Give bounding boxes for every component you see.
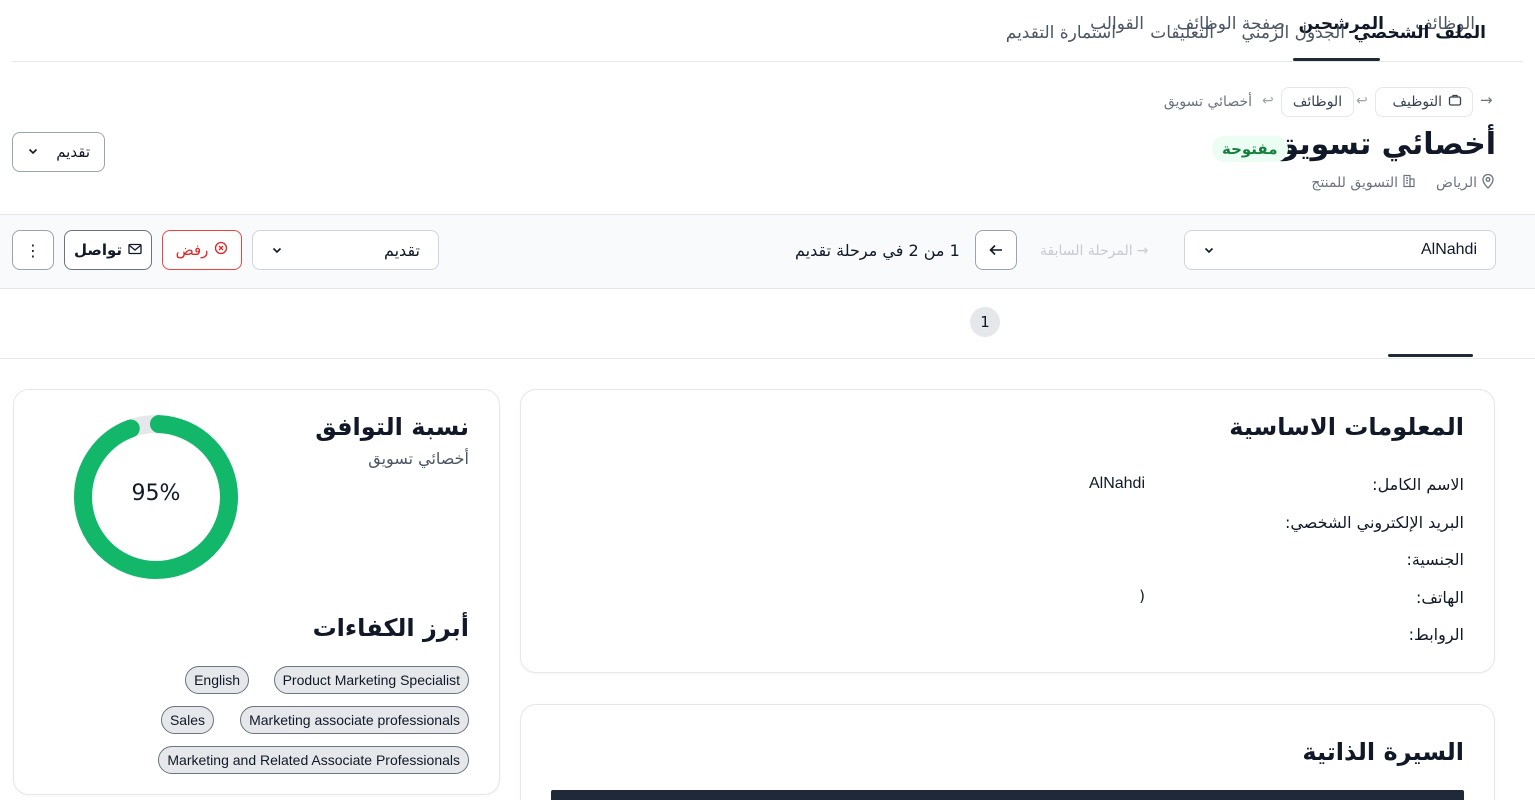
- skill-chip: English: [185, 666, 249, 694]
- previous-stage-button[interactable]: → المرحلة السابقة: [1040, 243, 1148, 259]
- next-stage-button[interactable]: [975, 230, 1017, 270]
- page-title: أخصائي تسويق: [1272, 127, 1496, 162]
- breadcrumb-current: أخصائي تسويق: [1163, 94, 1252, 110]
- nationality-label: الجنسية:: [1406, 550, 1464, 569]
- reject-button[interactable]: رفض: [162, 230, 242, 270]
- full-name-label: الاسم الكامل:: [1372, 475, 1464, 494]
- resume-title: السيرة الذاتية: [1302, 738, 1464, 766]
- stage-dropdown[interactable]: تقديم: [252, 230, 439, 270]
- reject-label: رفض: [175, 241, 209, 259]
- mail-icon: [128, 241, 142, 259]
- breadcrumb-recruitment-label: التوظيف: [1392, 94, 1442, 110]
- resume-preview[interactable]: [551, 790, 1464, 800]
- job-stage-select-value: تقديم: [56, 143, 90, 161]
- phone-value: ): [1139, 587, 1145, 605]
- breadcrumb-jobs-label: الوظائف: [1292, 94, 1343, 110]
- chevron-down-icon: [27, 143, 39, 161]
- status-badge: مفتوحة: [1212, 136, 1288, 162]
- arrow-left-icon: [989, 241, 1003, 260]
- contact-button[interactable]: تواصل: [64, 230, 152, 270]
- email-label: البريد الإلكتروني الشخصي:: [1285, 513, 1464, 532]
- skill-chip: Marketing and Related Associate Professi…: [158, 746, 469, 774]
- chevron-down-icon: [271, 241, 283, 260]
- phone-label: الهاتف:: [1416, 588, 1464, 607]
- arrow-right-icon: →: [1136, 243, 1149, 259]
- candidate-select-value: AlNahdi: [1420, 241, 1477, 258]
- job-meta: الرياض التسويق للمنتج: [1311, 173, 1495, 193]
- back-arrow-icon[interactable]: →: [1480, 91, 1496, 111]
- match-score-subtitle: أخصائي تسويق: [368, 449, 469, 468]
- tab-application-form[interactable]: استمارة التقديم: [1006, 23, 1116, 43]
- stage-dropdown-value: تقديم: [383, 240, 420, 260]
- breadcrumb-jobs[interactable]: الوظائف: [1281, 87, 1354, 117]
- match-score-title: نسبة التوافق: [315, 413, 469, 441]
- profile-tabs: [0, 289, 1535, 359]
- basic-info-title: المعلومات الاساسية: [1229, 413, 1464, 441]
- building-icon: [1402, 174, 1416, 192]
- candidate-select[interactable]: AlNahdi: [1184, 230, 1496, 270]
- job-stage-select[interactable]: تقديم: [12, 132, 105, 172]
- stage-position: 1 من 2 في مرحلة تقديم: [795, 241, 960, 260]
- chevron-down-icon: [1203, 241, 1215, 260]
- job-department: التسويق للمنتج: [1311, 175, 1399, 191]
- links-label: الروابط:: [1408, 625, 1464, 644]
- briefcase-icon: [1448, 93, 1462, 111]
- more-options-button[interactable]: ⋮: [12, 230, 54, 270]
- topnav-active-indicator: [1293, 58, 1380, 61]
- skill-chip: Marketing associate professionals: [240, 706, 469, 734]
- full-name-value: AlNahdi: [1088, 475, 1145, 492]
- tab-profile[interactable]: الملف الشخصي: [1354, 23, 1486, 43]
- x-circle-icon: [214, 241, 228, 259]
- location-pin-icon: [1481, 173, 1495, 193]
- tab-timeline[interactable]: الجدول الزمني: [1242, 23, 1345, 43]
- skill-chip: Product Marketing Specialist: [273, 666, 469, 694]
- breadcrumb-recruitment[interactable]: التوظيف: [1375, 87, 1473, 117]
- previous-stage-label: المرحلة السابقة: [1040, 243, 1133, 259]
- match-score-value: 95%: [131, 481, 181, 506]
- breadcrumb-separator: ↩: [1262, 93, 1274, 109]
- breadcrumb-separator: ↩: [1356, 93, 1368, 109]
- tab-application-form-count: 1: [970, 307, 1000, 337]
- skill-chip: Sales: [160, 706, 214, 734]
- skills-title: أبرز الكفاءات: [312, 614, 469, 642]
- contact-label: تواصل: [73, 241, 123, 259]
- job-location: الرياض: [1436, 175, 1477, 191]
- tab-active-indicator: [1388, 354, 1473, 357]
- tab-comments[interactable]: التعليقات: [1150, 23, 1214, 43]
